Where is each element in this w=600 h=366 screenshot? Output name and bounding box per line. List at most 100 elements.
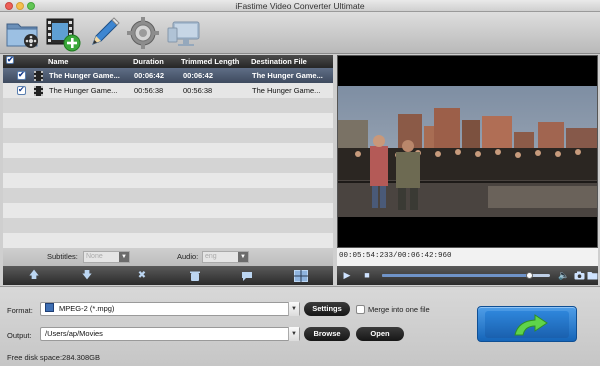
arrow-up-icon: 🡅 [28,270,40,281]
row-checkbox[interactable] [17,70,26,80]
output-panel: Format: MPEG-2 (*.mpg) ▼ Settings Merge … [0,286,600,366]
free-disk-space: Free disk space:284.308GB [7,353,100,362]
format-select[interactable]: MPEG-2 (*.mpg) ▼ [40,302,300,316]
film-icon [34,71,43,81]
empty-row [3,218,333,233]
settings-button[interactable]: Settings [304,302,350,316]
table-row[interactable]: The Hunger Game... 00:56:38 00:56:38 The… [3,83,333,98]
comment-button[interactable] [240,269,254,282]
format-icon [45,303,54,312]
empty-row [3,158,333,173]
settings-button[interactable] [124,14,162,52]
file-list: Name Duration Trimmed Length Destination… [3,55,333,248]
row-name: The Hunger Game... [49,86,118,95]
window-titlebar: iFastime Video Converter Ultimate [0,0,600,12]
stop-icon: ■ [364,270,370,280]
monitor-button[interactable] [165,14,203,52]
chevron-down-icon: ▼ [238,252,248,262]
empty-row [3,113,333,128]
trash-icon [190,271,200,281]
row-destination: The Hunger Game... [252,71,323,80]
film-icon [34,86,43,96]
stop-button[interactable]: ■ [361,269,373,282]
monitor-icon [167,21,200,46]
audio-label: Audio: [177,252,199,261]
chevron-down-icon: ▼ [119,252,129,262]
play-icon: ▶ [343,270,351,280]
playback-slider[interactable] [382,272,550,279]
row-duration: 00:56:38 [134,86,164,95]
audio-value: eng [205,253,217,260]
empty-row [3,233,333,248]
merge-checkbox[interactable] [356,305,365,314]
gear-icon [127,17,159,49]
x-icon: ✖ [137,270,147,281]
play-button[interactable]: ▶ [341,269,353,282]
video-preview [337,55,598,248]
open-button[interactable]: Open [356,327,404,341]
arrow-down-icon: 🡇 [81,270,93,281]
move-down-button[interactable]: 🡇 [80,269,94,282]
convert-button[interactable] [477,306,577,342]
row-duration: 00:06:42 [134,71,165,80]
list-action-bar: 🡅 🡇 ✖ [3,266,333,285]
speech-bubble-icon [242,272,252,281]
row-destination: The Hunger Game... [252,86,321,95]
video-frame [338,86,597,217]
subtitles-value: None [86,253,103,260]
pencil-icon [92,17,120,45]
empty-row [3,203,333,218]
main-toolbar [0,12,600,54]
playback-handle[interactable] [525,272,533,279]
audio-select[interactable]: eng ▼ [202,251,249,263]
film-grid-icon [294,270,308,282]
column-trimmed-length[interactable]: Trimmed Length [181,57,239,66]
convert-button-face [485,311,569,338]
empty-row [3,143,333,158]
subtitles-select[interactable]: None ▼ [83,251,130,263]
empty-row [3,128,333,143]
empty-row [3,173,333,188]
speaker-icon: 🔈 [558,270,570,280]
edit-button[interactable] [85,14,123,52]
move-up-button[interactable]: 🡅 [27,269,41,282]
open-folder-button[interactable] [586,269,598,282]
chevron-down-icon: ▼ [288,302,299,316]
browse-button[interactable]: Browse [304,327,350,341]
select-all-checkbox[interactable] [6,55,14,66]
chevron-down-icon: ▼ [288,327,299,341]
film-plus-icon [46,18,81,52]
row-checkbox[interactable] [17,85,26,95]
folder-film-icon [6,23,38,48]
playback-progress [382,274,530,277]
preview-timecode: 00:05:54:233/00:06:42:960 [337,248,598,266]
column-duration[interactable]: Duration [133,57,164,66]
output-label: Output: [7,331,32,340]
merge-button[interactable] [293,269,309,282]
format-value: MPEG-2 (*.mpg) [59,304,115,313]
column-name[interactable]: Name [48,57,68,66]
file-list-header: Name Duration Trimmed Length Destination… [3,55,333,68]
add-video-button[interactable] [4,14,42,52]
table-row[interactable]: The Hunger Game... 00:06:42 00:06:42 The… [3,68,333,83]
empty-row [3,98,333,113]
output-path-field[interactable]: /Users/ap/Movies ▼ [40,327,300,341]
row-name: The Hunger Game... [49,71,120,80]
subtitle-audio-bar: Subtitles: None ▼ Audio: eng ▼ [3,248,333,266]
snapshot-button[interactable] [573,269,585,282]
camera-icon [574,271,584,280]
delete-button[interactable] [188,269,202,282]
column-destination-file[interactable]: Destination File [251,57,307,66]
empty-row [3,188,333,203]
folder-icon [587,272,597,280]
add-files-button[interactable] [44,14,82,52]
remove-button[interactable]: ✖ [135,269,149,282]
subtitles-label: Subtitles: [47,252,78,261]
row-trimmed: 00:06:42 [183,71,214,80]
convert-arrow-icon [514,314,548,336]
player-controls: ▶ ■ 🔈 [337,266,598,285]
row-trimmed: 00:56:38 [183,86,213,95]
format-label: Format: [7,306,33,315]
window-title: iFastime Video Converter Ultimate [235,1,365,11]
volume-button[interactable]: 🔈 [558,269,570,282]
